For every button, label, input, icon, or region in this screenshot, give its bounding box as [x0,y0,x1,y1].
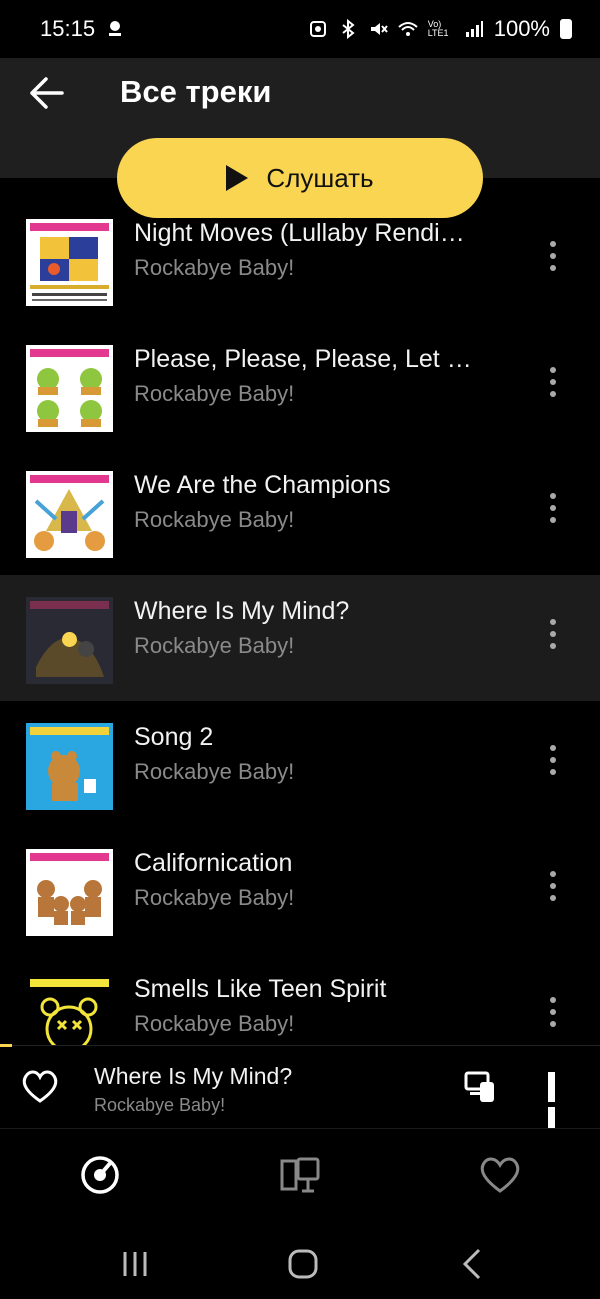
recent-apps-icon[interactable] [117,1246,153,1282]
mini-player[interactable]: Where Is My Mind? Rockabye Baby! [0,1044,600,1137]
back-arrow-icon[interactable] [22,72,72,114]
system-nav-bar [0,1228,600,1299]
bottom-nav [0,1128,600,1229]
nav-music-icon[interactable] [78,1153,122,1197]
playback-progress-bar[interactable] [0,1044,12,1047]
track-row[interactable]: Smells Like Teen Spirit Rockabye Baby! [0,953,600,1045]
battery-icon [560,19,572,39]
track-artist: Rockabye Baby! [134,507,295,532]
track-row[interactable]: Please, Please, Please, Let … Rockabye B… [0,323,600,449]
page-title: Все треки [120,74,272,109]
album-cover [26,345,113,432]
cover-queen-icon [26,471,113,558]
cover-smiths-icon [26,345,113,432]
now-playing-indicator [62,632,77,647]
nav-favorites-icon[interactable] [478,1153,522,1197]
bluetooth-icon [342,19,355,39]
device-connect-icon[interactable] [464,1070,496,1104]
track-row[interactable]: Californication Rockabye Baby! [0,827,600,953]
track-list: Night Moves (Lullaby Rendi… Rockabye Bab… [0,197,600,1045]
mute-icon [370,23,388,35]
wifi-icon [398,22,418,36]
more-options-icon[interactable] [540,367,566,407]
more-options-icon[interactable] [540,493,566,533]
track-artist: Rockabye Baby! [134,1011,295,1036]
track-artist: Rockabye Baby! [134,633,295,658]
cover-blur-icon [26,723,113,810]
track-title: Song 2 [134,723,214,751]
cover-nirvana-icon [26,975,113,1045]
album-cover [26,975,113,1045]
track-artist: Rockabye Baby! [134,885,295,910]
album-cover [26,471,113,558]
heart-icon[interactable] [20,1068,60,1104]
status-left: 15:15 [40,16,125,42]
track-title: Californication [134,849,293,877]
track-title: Smells Like Teen Spirit [134,975,387,1003]
back-icon[interactable] [455,1246,491,1282]
track-title: We Are the Champions [134,471,391,499]
more-options-icon[interactable] [540,871,566,911]
notification-icon [109,21,122,36]
album-cover [26,849,113,936]
track-row-active[interactable]: Where Is My Mind? Rockabye Baby! [0,575,600,701]
more-options-icon[interactable] [540,241,566,281]
status-right: Vo) LTE1 100% [308,16,572,42]
play-icon [226,165,249,191]
pause-icon[interactable] [548,1072,572,1137]
track-title: Please, Please, Please, Let … [134,345,472,373]
track-title: Where Is My Mind? [134,597,350,625]
track-artist: Rockabye Baby! [134,255,295,280]
home-icon[interactable] [285,1246,321,1282]
signal-icon [465,21,483,37]
album-cover [26,723,113,810]
more-options-icon[interactable] [540,619,566,659]
status-time: 15:15 [40,16,96,41]
track-row[interactable]: We Are the Champions Rockabye Baby! [0,449,600,575]
mini-player-title: Where Is My Mind? [94,1063,293,1089]
track-row[interactable]: Song 2 Rockabye Baby! [0,701,600,827]
battery-percent: 100% [493,16,550,41]
album-cover [26,219,113,306]
cover-red-hot-chili-peppers-icon [26,849,113,936]
track-title: Night Moves (Lullaby Rendi… [134,219,465,247]
album-cover [26,597,113,684]
mini-player-artist: Rockabye Baby! [94,1095,226,1115]
more-options-icon[interactable] [540,997,566,1037]
network-label: Vo) LTE1 [427,19,449,38]
track-artist: Rockabye Baby! [134,759,295,784]
status-bar: 15:15 Vo) LTE1 100% [0,0,600,58]
more-options-icon[interactable] [540,745,566,785]
nfc-icon [309,21,326,37]
play-all-button[interactable]: Слушать [117,138,483,218]
cover-good-day-goodnight-icon [26,219,113,306]
play-all-label: Слушать [266,162,374,193]
track-artist: Rockabye Baby! [134,381,295,406]
nav-library-icon[interactable] [278,1153,322,1197]
